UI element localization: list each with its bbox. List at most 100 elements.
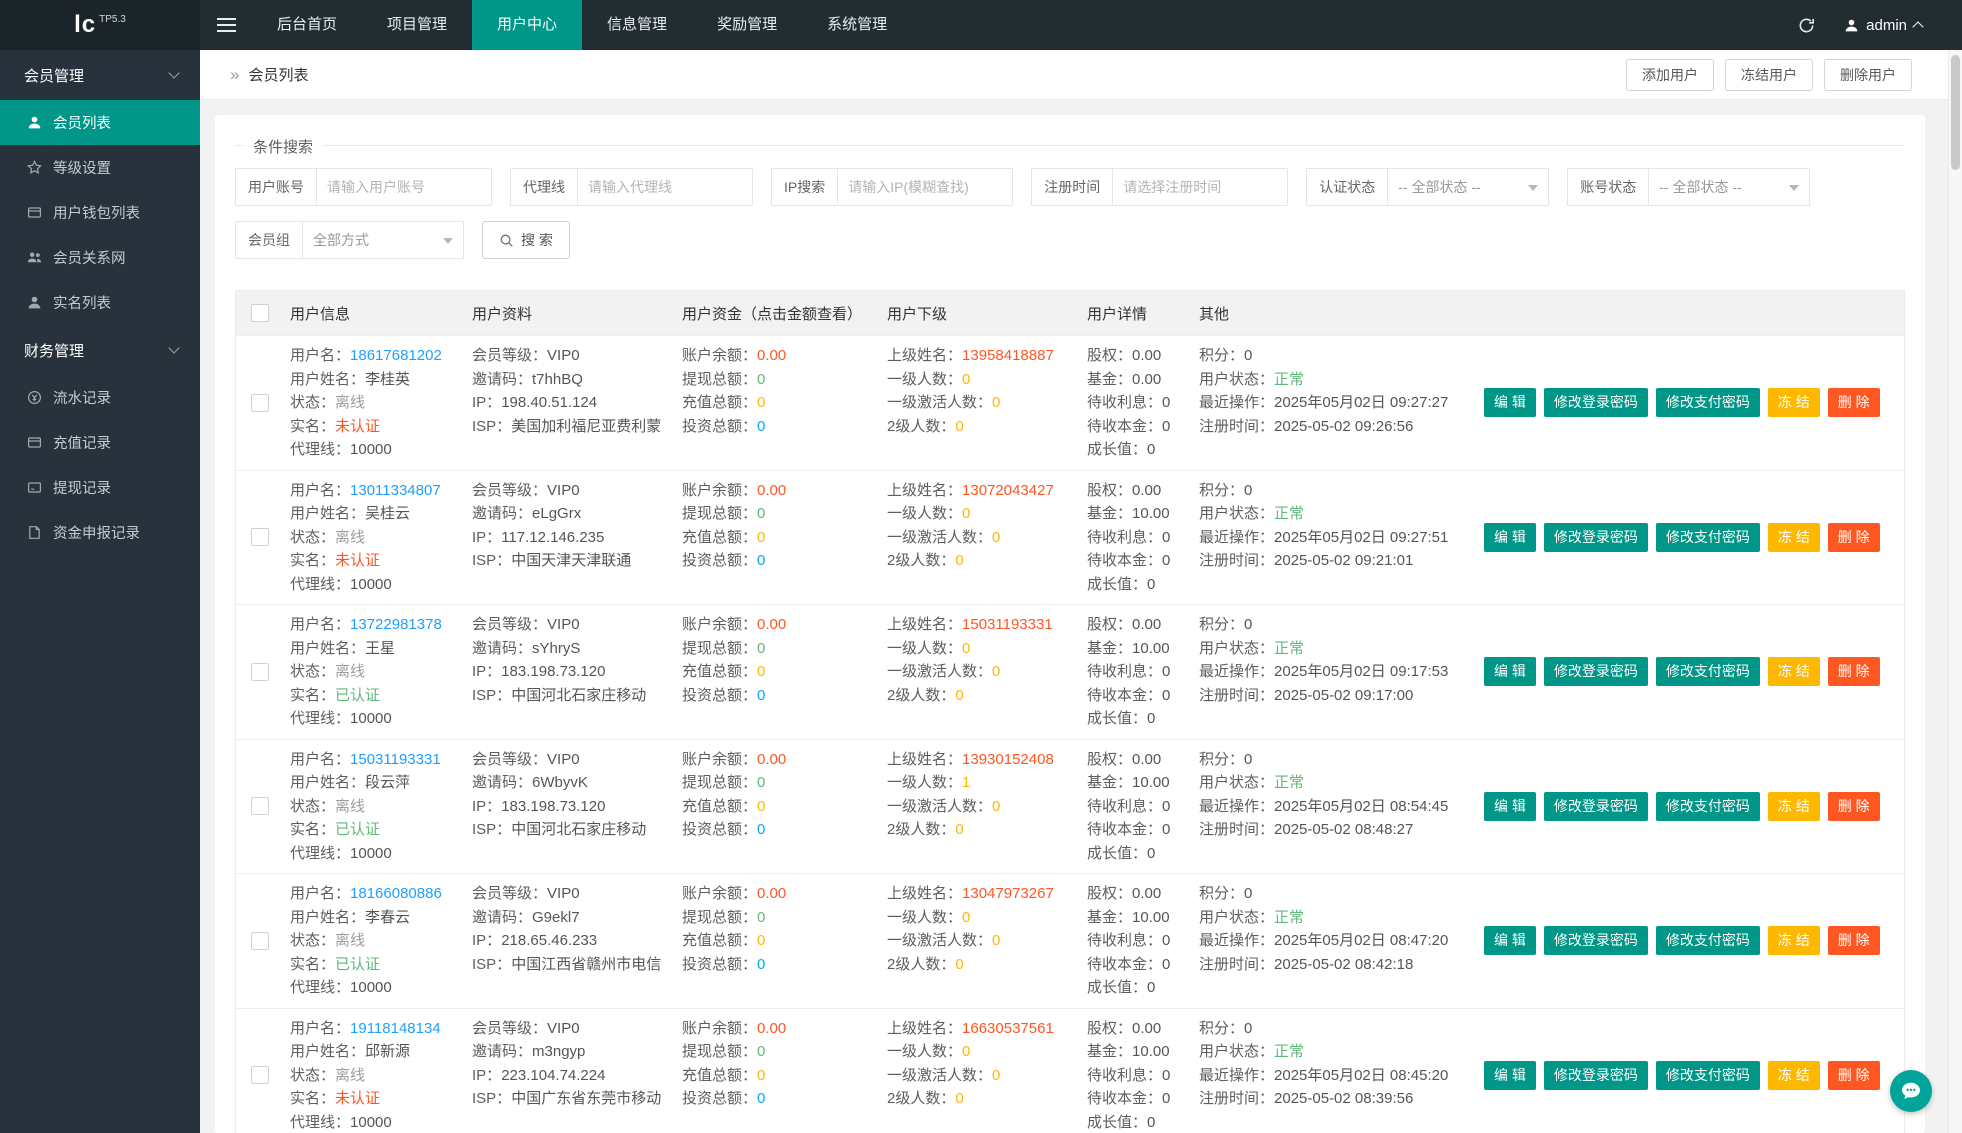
sidebar-item-level-settings[interactable]: 等级设置 [0,145,200,190]
invest-total-amount[interactable]: 0 [757,687,765,704]
nav-item-info[interactable]: 信息管理 [582,0,692,50]
row-checkbox[interactable] [251,1066,269,1085]
username-link[interactable]: 18617681202 [350,347,442,364]
invest-total-amount[interactable]: 0 [757,418,765,435]
change-login-password-button[interactable]: 修改登录密码 [1543,522,1648,552]
recharge-total-amount[interactable]: 0 [757,932,765,949]
member-group-select[interactable]: 全部方式 [302,221,464,259]
customer-service-button[interactable] [1890,1070,1932,1112]
username-link[interactable]: 18166080886 [350,885,442,902]
row-checkbox[interactable] [251,797,269,816]
row-checkbox[interactable] [251,931,269,950]
ip-input[interactable] [837,168,1014,206]
change-pay-password-button[interactable]: 修改支付密码 [1655,657,1760,687]
menu-toggle-button[interactable] [200,0,252,50]
edit-button[interactable]: 编 辑 [1484,522,1536,552]
sidebar-item-fund-declaration-records[interactable]: 资金申报记录 [0,510,200,555]
row-checkbox[interactable] [251,662,269,681]
delete-button[interactable]: 删 除 [1827,657,1880,687]
username-link[interactable]: 15031193331 [350,751,441,768]
nav-item-rewards[interactable]: 奖励管理 [692,0,802,50]
delete-button[interactable]: 删 除 [1827,1060,1880,1090]
change-login-password-button[interactable]: 修改登录密码 [1543,1060,1648,1090]
sidebar-item-recharge-records[interactable]: 充值记录 [0,420,200,465]
change-pay-password-button[interactable]: 修改支付密码 [1655,926,1760,956]
edit-button[interactable]: 编 辑 [1484,926,1536,956]
withdraw-total-amount[interactable]: 0 [757,774,765,791]
edit-button[interactable]: 编 辑 [1484,657,1536,687]
balance-amount[interactable]: 0.00 [757,885,786,902]
verify-status-select[interactable]: -- 全部状态 -- [1387,168,1550,206]
add-user-button[interactable]: 添加用户 [1626,58,1714,91]
sidebar-item-member-network[interactable]: 会员关系网 [0,235,200,280]
username-link[interactable]: 19118148134 [350,1020,441,1037]
nav-item-home[interactable]: 后台首页 [252,0,362,50]
edit-button[interactable]: 编 辑 [1484,791,1536,821]
recharge-total-amount[interactable]: 0 [757,394,765,411]
withdraw-total-amount[interactable]: 0 [757,909,765,926]
freeze-button[interactable]: 冻 结 [1767,791,1820,821]
freeze-button[interactable]: 冻 结 [1767,522,1820,552]
sidebar-section-finance-management[interactable]: 财务管理 [0,325,200,375]
recharge-total-amount[interactable]: 0 [757,529,765,546]
nav-item-projects[interactable]: 项目管理 [362,0,472,50]
balance-amount[interactable]: 0.00 [757,616,786,633]
balance-amount[interactable]: 0.00 [757,751,786,768]
recharge-total-amount[interactable]: 0 [757,798,765,815]
withdraw-total-amount[interactable]: 0 [757,371,765,388]
refresh-icon[interactable] [1797,16,1816,35]
change-pay-password-button[interactable]: 修改支付密码 [1655,522,1760,552]
balance-amount[interactable]: 0.00 [757,347,786,364]
row-checkbox[interactable] [251,528,269,547]
invest-total-amount[interactable]: 0 [757,552,765,569]
edit-button[interactable]: 编 辑 [1484,388,1536,418]
nav-item-user-center[interactable]: 用户中心 [472,0,583,50]
sidebar-item-flow-records[interactable]: 流水记录 [0,375,200,420]
nav-item-system[interactable]: 系统管理 [802,0,912,50]
sidebar-item-realname-list[interactable]: 实名列表 [0,280,200,325]
freeze-button[interactable]: 冻 结 [1767,388,1820,418]
change-login-password-button[interactable]: 修改登录密码 [1543,926,1648,956]
withdraw-total-amount[interactable]: 0 [757,1043,765,1060]
invest-total-amount[interactable]: 0 [757,821,765,838]
invest-total-amount[interactable]: 0 [757,1090,765,1107]
edit-button[interactable]: 编 辑 [1484,1060,1536,1090]
scrollbar-thumb[interactable] [1951,55,1960,170]
sidebar-section-member-management[interactable]: 会员管理 [0,50,200,100]
freeze-button[interactable]: 冻 结 [1767,926,1820,956]
account-status-select[interactable]: -- 全部状态 -- [1648,168,1811,206]
change-pay-password-button[interactable]: 修改支付密码 [1655,791,1760,821]
change-login-password-button[interactable]: 修改登录密码 [1543,657,1648,687]
row-checkbox[interactable] [251,393,269,412]
delete-button[interactable]: 删 除 [1827,791,1880,821]
agent-input[interactable] [577,168,753,206]
delete-button[interactable]: 删 除 [1827,522,1880,552]
select-all-checkbox[interactable] [251,304,269,322]
search-button[interactable]: 搜 索 [482,221,570,259]
username-link[interactable]: 13011334807 [350,482,441,499]
scrollbar-track[interactable] [1948,50,1962,1133]
balance-amount[interactable]: 0.00 [757,482,786,499]
delete-user-button[interactable]: 删除用户 [1824,58,1912,91]
account-input[interactable] [316,168,492,206]
freeze-user-button[interactable]: 冻结用户 [1725,58,1813,91]
freeze-button[interactable]: 冻 结 [1767,1060,1820,1090]
change-pay-password-button[interactable]: 修改支付密码 [1655,388,1760,418]
sidebar-item-user-wallet-list[interactable]: 用户钱包列表 [0,190,200,235]
change-login-password-button[interactable]: 修改登录密码 [1543,388,1648,418]
invest-total-amount[interactable]: 0 [757,956,765,973]
delete-button[interactable]: 删 除 [1827,926,1880,956]
change-login-password-button[interactable]: 修改登录密码 [1543,791,1648,821]
withdraw-total-amount[interactable]: 0 [757,640,765,657]
change-pay-password-button[interactable]: 修改支付密码 [1655,1060,1760,1090]
delete-button[interactable]: 删 除 [1827,388,1880,418]
freeze-button[interactable]: 冻 结 [1767,657,1820,687]
username-link[interactable]: 13722981378 [350,616,442,633]
user-menu[interactable]: admin [1844,17,1924,34]
sidebar-item-withdraw-records[interactable]: 提现记录 [0,465,200,510]
balance-amount[interactable]: 0.00 [757,1020,786,1037]
withdraw-total-amount[interactable]: 0 [757,505,765,522]
regtime-input[interactable] [1112,168,1289,206]
recharge-total-amount[interactable]: 0 [757,663,765,680]
recharge-total-amount[interactable]: 0 [757,1067,765,1084]
